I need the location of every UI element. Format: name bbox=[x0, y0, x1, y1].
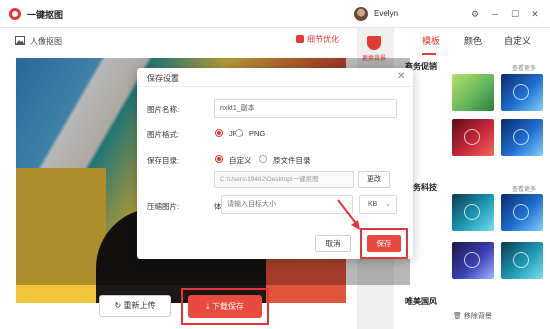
see-more-link[interactable]: 查看更多 bbox=[512, 184, 536, 193]
template-thumb[interactable] bbox=[501, 242, 543, 279]
minimize-button[interactable]: ─ bbox=[489, 8, 501, 20]
maximize-button[interactable]: ☐ bbox=[509, 8, 521, 20]
template-thumb[interactable] bbox=[452, 119, 494, 156]
image-icon bbox=[15, 36, 25, 45]
template-panel: 模板 颜色 自定义 商务促销 查看更多 商务科技 查看更多 唯美国风 🗑 移除背… bbox=[394, 28, 550, 329]
template-thumb[interactable] bbox=[501, 194, 543, 231]
trash-icon: 🗑 bbox=[453, 313, 464, 320]
title-bar: 一键抠图 Evelyn ⚙ ─ ☐ ✕ bbox=[0, 0, 550, 28]
template-tabs: 模板 颜色 自定义 bbox=[394, 34, 550, 55]
save-button[interactable]: 保存 bbox=[367, 235, 401, 252]
breadcrumb: 人像抠图 bbox=[30, 37, 62, 46]
avatar[interactable] bbox=[354, 7, 368, 21]
logo-ring-icon bbox=[9, 8, 21, 20]
remove-background-button[interactable]: 🗑 移除背景 bbox=[453, 311, 492, 321]
download-save-button[interactable]: ⤓ 下载保存 bbox=[188, 295, 262, 318]
save-highlight-box: 保存 bbox=[360, 228, 408, 259]
dir-original-radio[interactable] bbox=[259, 155, 267, 163]
dir-custom-label: 自定义 bbox=[229, 156, 252, 165]
dialog-header: 保存设置 ✕ bbox=[137, 68, 413, 87]
template-thumb[interactable] bbox=[452, 242, 494, 279]
tab-color[interactable]: 颜色 bbox=[464, 34, 482, 47]
download-label: 下载保存 bbox=[211, 302, 244, 311]
target-size-input[interactable] bbox=[221, 195, 353, 214]
format-png-label: PNG bbox=[249, 129, 266, 138]
close-icon[interactable]: ✕ bbox=[397, 71, 405, 82]
name-label: 图片名称: bbox=[147, 105, 180, 114]
paint-bucket-icon bbox=[367, 36, 381, 50]
close-window-button[interactable]: ✕ bbox=[529, 8, 541, 20]
dialog-title: 保存设置 bbox=[147, 74, 179, 83]
template-thumb[interactable] bbox=[501, 119, 543, 156]
chevron-down-icon: ⌄ bbox=[385, 201, 391, 208]
format-label: 图片格式: bbox=[147, 130, 180, 139]
reupload-button[interactable]: ↻ 重新上传 bbox=[99, 295, 171, 317]
format-png-radio[interactable] bbox=[235, 129, 243, 137]
cancel-button[interactable]: 取消 bbox=[315, 235, 351, 252]
format-jpg-radio[interactable] bbox=[215, 129, 223, 137]
template-thumb[interactable] bbox=[452, 74, 494, 111]
change-path-button[interactable]: 更改 bbox=[358, 171, 390, 188]
download-highlight-box: ⤓ 下载保存 bbox=[181, 288, 269, 325]
section-title: 唯美国风 bbox=[405, 297, 437, 306]
save-path-field: C:\Users\19482\Desktop\一键抠图 bbox=[214, 171, 354, 188]
template-thumb[interactable] bbox=[501, 74, 543, 111]
settings-icon[interactable]: ⚙ bbox=[469, 8, 481, 20]
active-tab-indicator bbox=[422, 53, 436, 55]
see-more-link[interactable]: 查看更多 bbox=[512, 63, 536, 72]
detail-optimize-button[interactable]: 细节优化 bbox=[296, 34, 339, 45]
brush-icon bbox=[296, 35, 304, 43]
username[interactable]: Evelyn bbox=[374, 9, 398, 18]
template-thumb[interactable] bbox=[452, 194, 494, 231]
detail-optimize-label: 细节优化 bbox=[307, 35, 339, 44]
tab-template[interactable]: 模板 bbox=[422, 34, 440, 47]
dir-label: 保存目录: bbox=[147, 156, 180, 165]
unit-value: KB bbox=[368, 201, 378, 208]
dir-custom-radio[interactable] bbox=[215, 155, 223, 163]
remove-background-label: 移除背景 bbox=[463, 313, 492, 320]
unit-select[interactable]: KB ⌄ bbox=[359, 195, 397, 214]
save-settings-dialog: 保存设置 ✕ 图片名称: nxkt1_副本 图片格式: JPG PNG 保存目录… bbox=[137, 68, 413, 259]
dir-original-label: 原文件目录 bbox=[273, 156, 311, 165]
file-name-input[interactable]: nxkt1_副本 bbox=[214, 99, 397, 118]
tab-custom[interactable]: 自定义 bbox=[504, 34, 531, 47]
app-title: 一键抠图 bbox=[27, 10, 64, 20]
compress-label: 压缩图片: bbox=[147, 202, 180, 211]
reupload-label: 重新上传 bbox=[123, 301, 156, 310]
